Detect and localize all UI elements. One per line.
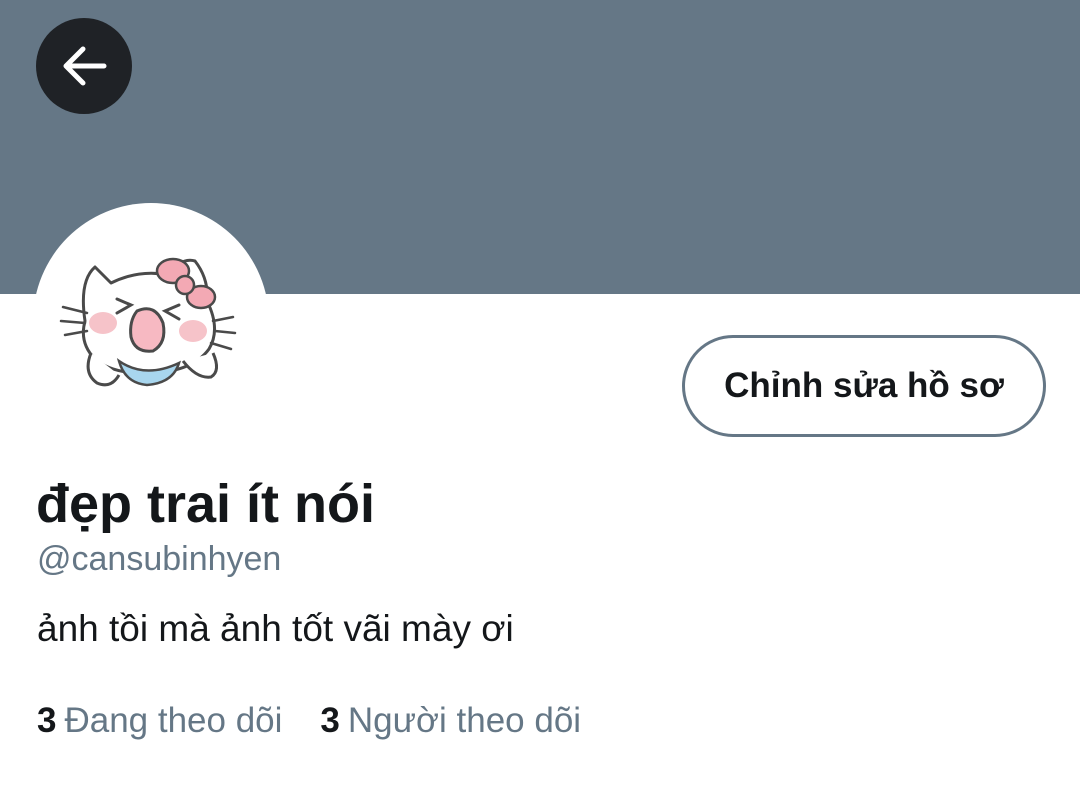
avatar[interactable] (33, 203, 269, 439)
following-link[interactable]: 3 Đang theo dõi (37, 701, 282, 741)
user-handle: @cansubinhyen (37, 540, 282, 578)
followers-link[interactable]: 3 Người theo dõi (320, 701, 581, 741)
followers-label: Người theo dõi (347, 701, 582, 740)
following-count: 3 (37, 701, 57, 740)
display-name: đẹp trai ít nói (36, 474, 376, 534)
back-button[interactable] (36, 18, 132, 114)
edit-profile-button[interactable]: Chỉnh sửa hồ sơ (682, 335, 1046, 437)
hello-kitty-avatar-icon (59, 257, 237, 387)
user-bio: ảnh tồi mà ảnh tốt vãi mày ơi (37, 608, 514, 649)
edit-profile-label: Chỉnh sửa hồ sơ (724, 366, 1004, 405)
following-label: Đang theo dõi (64, 701, 283, 740)
follow-stats: 3 Đang theo dõi 3 Người theo dõi (37, 701, 581, 741)
followers-count: 3 (320, 701, 340, 740)
arrow-left-icon (63, 46, 107, 86)
